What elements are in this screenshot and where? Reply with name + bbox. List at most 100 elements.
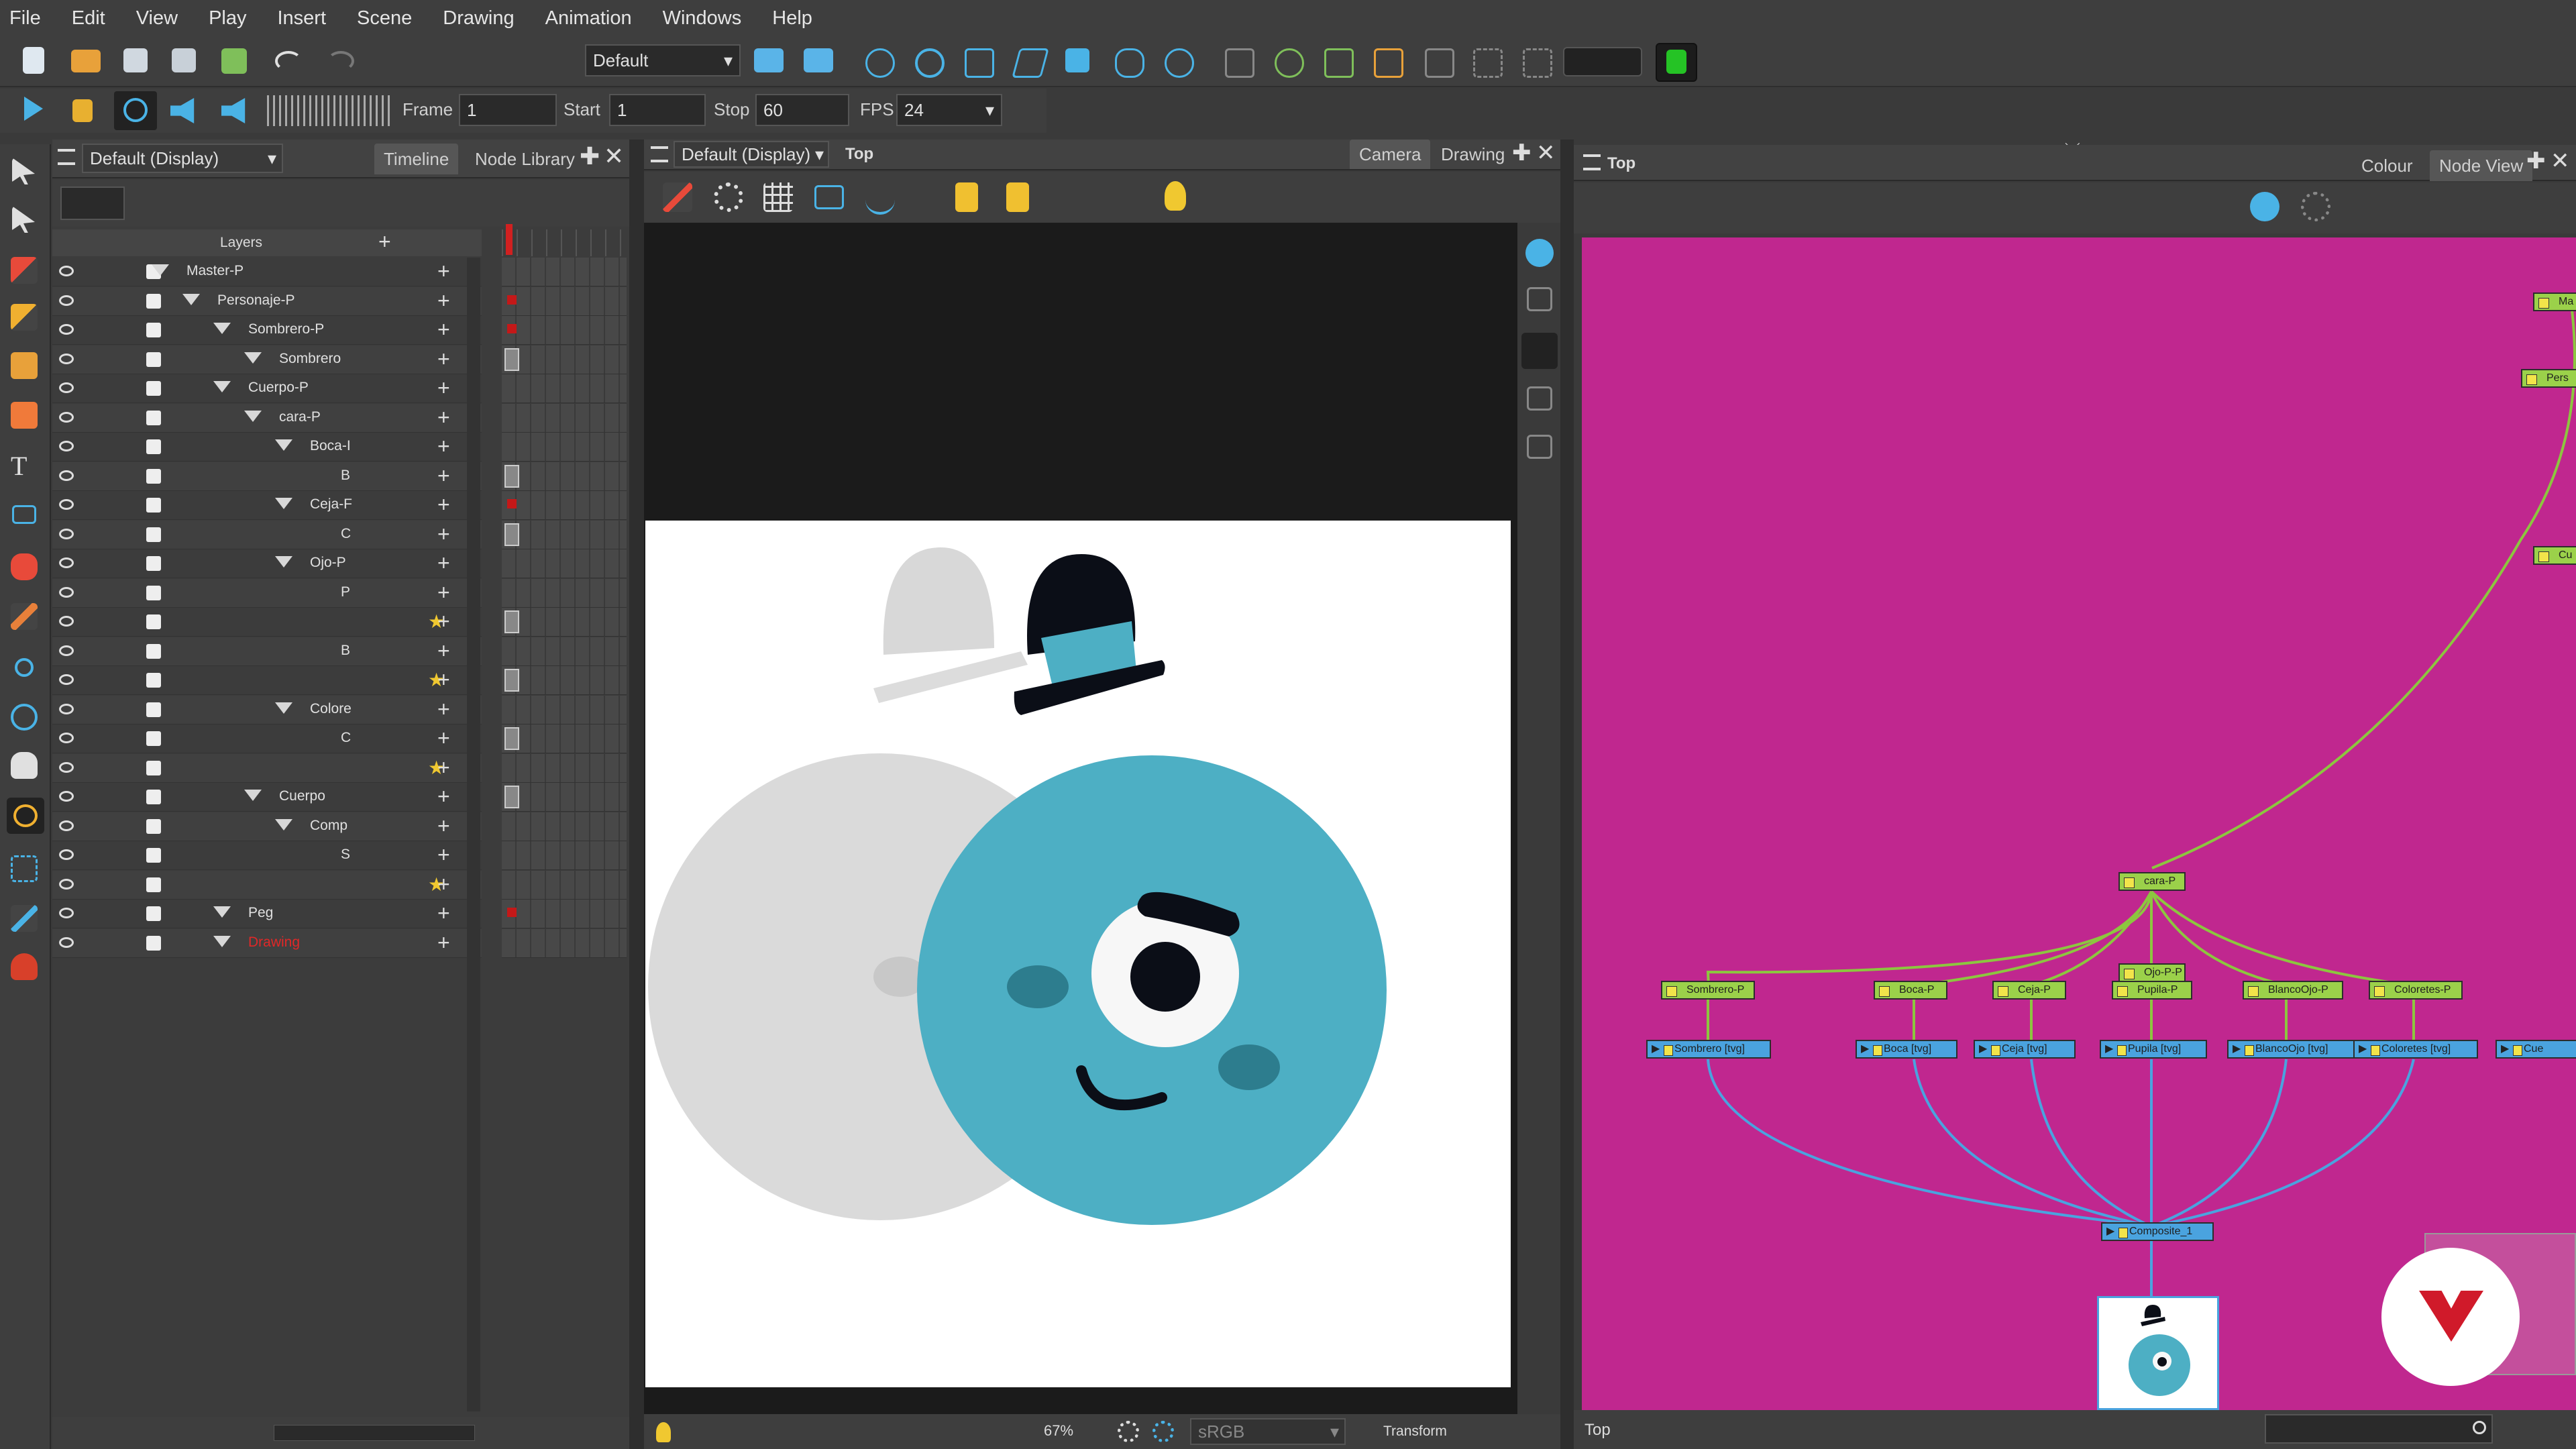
add-child-icon[interactable]: + (437, 843, 450, 867)
layer-enable-checkbox[interactable] (146, 556, 161, 571)
add-child-icon[interactable]: + (437, 317, 450, 342)
layer-enable-checkbox[interactable] (146, 935, 161, 951)
color-swatch-select[interactable] (1563, 47, 1642, 76)
tab-camera[interactable]: Camera (1350, 140, 1431, 169)
add-child-icon[interactable]: + (437, 901, 450, 926)
frame-cells[interactable] (502, 520, 627, 549)
layer-row[interactable]: Cuerpo + (52, 783, 482, 812)
add-child-icon[interactable]: + (437, 259, 450, 284)
expand-chevron-icon[interactable] (213, 906, 231, 918)
visibility-eye-icon[interactable] (59, 936, 74, 948)
layer-enable-checkbox[interactable] (146, 702, 161, 717)
layout-save-icon[interactable] (804, 48, 833, 72)
add-child-icon[interactable]: + (437, 347, 450, 372)
cutter-tool-icon[interactable] (11, 905, 38, 932)
frame-cells[interactable] (502, 491, 627, 520)
visibility-eye-icon[interactable] (59, 645, 74, 656)
ink-tool-icon[interactable] (11, 953, 38, 980)
add-child-icon[interactable]: + (437, 930, 450, 955)
expand-chevron-icon[interactable] (275, 556, 292, 568)
visibility-eye-icon[interactable] (59, 441, 74, 451)
frame-cells[interactable] (502, 403, 627, 433)
add-child-icon[interactable]: + (437, 580, 450, 605)
layer-row[interactable]: B + (52, 462, 482, 491)
splitter-right[interactable] (1560, 140, 1574, 1449)
frame-cells[interactable] (502, 900, 627, 928)
peg-node-blancoojo[interactable]: BlancoOjo-P (2243, 981, 2343, 1000)
frame-cells[interactable] (502, 374, 627, 403)
add-child-icon[interactable]: + (437, 639, 450, 663)
frame-field[interactable]: 1 (459, 94, 557, 126)
eraser-tool-icon[interactable] (11, 402, 38, 429)
frame-cells[interactable] (502, 286, 627, 316)
lock-all-icon[interactable] (1006, 182, 1029, 212)
layer-enable-checkbox[interactable] (146, 877, 161, 892)
add-child-icon[interactable]: + (437, 667, 450, 692)
expand-chevron-icon[interactable] (152, 264, 169, 276)
peg-node-ojo[interactable]: Ojo-P-P (2118, 963, 2186, 982)
play-selection-icon[interactable] (72, 99, 93, 122)
dropper-tool-icon[interactable] (11, 603, 38, 630)
search-icon[interactable] (2473, 1421, 2486, 1434)
layer-row[interactable]: Ojo-P + (52, 549, 482, 578)
display-node-thumbnail[interactable] (2097, 1296, 2219, 1410)
add-peg-icon[interactable] (1275, 48, 1304, 78)
frame-cells[interactable] (502, 608, 627, 637)
bulb-icon[interactable] (656, 1422, 671, 1442)
expand-chevron-icon[interactable] (275, 439, 292, 451)
expand-chevron-icon[interactable] (213, 381, 231, 392)
menu-scene[interactable]: Scene (357, 7, 412, 30)
grid-icon[interactable] (1473, 48, 1503, 78)
add-child-icon[interactable]: + (437, 405, 450, 430)
peg-node-pers[interactable]: Pers (2521, 369, 2576, 388)
add-child-icon[interactable]: + (437, 551, 450, 576)
layer-row[interactable]: Comp + (52, 812, 482, 841)
scale-icon[interactable] (965, 48, 994, 78)
new-scene-icon[interactable] (23, 47, 44, 74)
peg-node-coloretes[interactable]: Coloretes-P (2369, 981, 2463, 1000)
node-search-field[interactable] (2265, 1414, 2493, 1444)
layout-icon[interactable] (754, 48, 784, 72)
layer-enable-checkbox[interactable] (146, 673, 161, 688)
tab-node-library[interactable]: Node Library (466, 144, 584, 174)
pencil-tool-icon[interactable] (11, 304, 38, 331)
peg-node-cara[interactable]: cara-P (2118, 872, 2186, 891)
frame-cells[interactable] (502, 433, 627, 462)
visibility-eye-icon[interactable] (59, 849, 74, 860)
peg-node-cu[interactable]: Cu (2533, 546, 2576, 565)
layer-color-select[interactable] (60, 186, 125, 220)
layer-enable-checkbox[interactable] (146, 498, 161, 513)
expand-chevron-icon[interactable] (244, 352, 262, 364)
visibility-eye-icon[interactable] (59, 557, 74, 568)
composite-node[interactable]: Composite_1 (2101, 1222, 2214, 1241)
expand-chevron-icon[interactable] (213, 935, 231, 947)
open-folder-icon[interactable] (71, 50, 101, 72)
frame-cells[interactable] (502, 578, 627, 608)
start-field[interactable]: 1 (609, 94, 706, 126)
layer-row[interactable]: S + (52, 841, 482, 870)
add-child-icon[interactable]: + (437, 697, 450, 722)
import-icon[interactable] (221, 48, 247, 74)
layer-row[interactable]: Master-P + (52, 258, 482, 286)
layer-row[interactable]: Peg + (52, 900, 482, 928)
keyframe-marker[interactable] (504, 523, 519, 546)
peg-icon[interactable] (1225, 48, 1254, 78)
visibility-eye-icon[interactable] (59, 353, 74, 364)
layer-row[interactable]: cara-P + (52, 403, 482, 433)
add-tab-icon[interactable]: ✚ (580, 142, 600, 170)
keyframe-marker[interactable] (507, 908, 517, 917)
frame-cells[interactable] (502, 316, 627, 345)
light-table-icon[interactable] (1165, 181, 1186, 211)
layer-row[interactable]: ★ + (52, 870, 482, 900)
layer-row[interactable]: Drawing + (52, 928, 482, 958)
layer-stack-icon[interactable] (1527, 287, 1552, 311)
node-add-tab-icon[interactable]: ✚ (2526, 148, 2546, 174)
camera-view-select[interactable]: Default (Display) ▾ (674, 141, 829, 168)
grid-alt-icon[interactable] (1523, 48, 1552, 78)
node-settings-icon[interactable] (2301, 192, 2330, 221)
frame-cells[interactable] (502, 870, 627, 900)
visibility-eye-icon[interactable] (59, 470, 74, 481)
paint-bucket-icon[interactable] (11, 553, 38, 580)
visibility-eye-icon[interactable] (59, 411, 74, 423)
visibility-eye-icon[interactable] (59, 499, 74, 510)
